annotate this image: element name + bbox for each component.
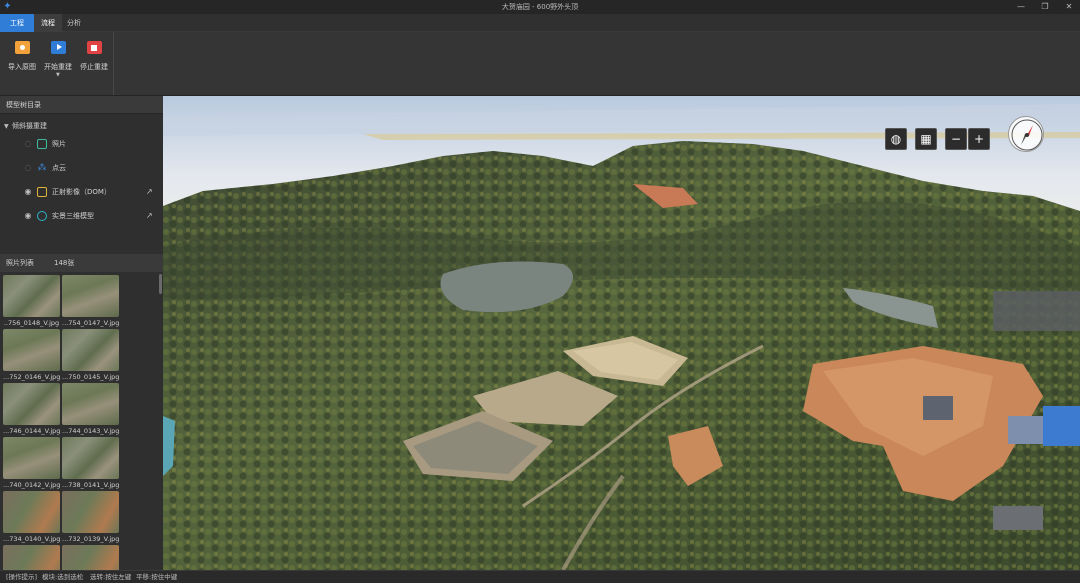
- photo-thumbnail[interactable]: [62, 545, 119, 570]
- tab-analysis[interactable]: 分析: [62, 14, 86, 32]
- eye-icon[interactable]: ◉: [22, 184, 34, 200]
- tree-item-label: 实景三维模型: [52, 212, 94, 220]
- play-icon: [50, 41, 66, 54]
- zoom-in-button[interactable]: +: [968, 128, 990, 150]
- photo-thumbnail[interactable]: ...732_0139_V.jpg: [62, 491, 119, 545]
- start-reconstruction-label: 开始重建: [44, 63, 72, 71]
- thumbnail-image: [3, 329, 60, 371]
- tree-item-label: 照片: [52, 140, 66, 148]
- thumbnail-image: [62, 545, 119, 570]
- eye-icon[interactable]: ◉: [22, 208, 34, 224]
- photo-thumbnail[interactable]: ..756_0148_V.jpg: [3, 275, 60, 329]
- 3d-viewport[interactable]: ◍ ▦ − +: [163, 96, 1080, 570]
- tree-item-dom[interactable]: ◉ 正射影像（DOM） ↗: [0, 184, 163, 200]
- thumbnail-image: [3, 275, 60, 317]
- import-images-label: 导入原图: [8, 63, 36, 71]
- chevron-down-icon[interactable]: ▼: [56, 72, 60, 78]
- stop-reconstruction-label: 停止重建: [80, 63, 108, 71]
- photo-list-header: 照片列表 148张: [0, 254, 163, 272]
- tab-workflow[interactable]: 流程: [34, 14, 62, 32]
- photo-thumbnail[interactable]: ...754_0147_V.jpg: [62, 275, 119, 329]
- open-external-icon[interactable]: ↗: [146, 208, 153, 224]
- photo-thumbnail[interactable]: ...752_0146_V.jpg: [3, 329, 60, 383]
- photo-thumbnail[interactable]: ...744_0143_V.jpg: [62, 383, 119, 437]
- thumbnail-image: [3, 437, 60, 479]
- thumbnail-image: [62, 383, 119, 425]
- thumbnail-image: [62, 491, 119, 533]
- photo-thumbnails: ..756_0148_V.jpg ...754_0147_V.jpg ...75…: [0, 272, 163, 570]
- compass-needle: [1011, 119, 1043, 151]
- photo-filename: ...754_0147_V.jpg: [62, 319, 119, 327]
- dom-icon: [37, 187, 47, 197]
- chevron-down-icon[interactable]: ▼: [4, 121, 12, 133]
- compass-icon[interactable]: [1008, 116, 1044, 152]
- status-pan: 平移:按住中键: [136, 573, 178, 581]
- thumbnail-image: [62, 329, 119, 371]
- tab-project[interactable]: 工程: [0, 14, 34, 32]
- folder-camera-icon: [14, 41, 30, 54]
- mesh-icon: [37, 211, 47, 221]
- tree-root[interactable]: ▼ 倾斜摄重建: [4, 120, 47, 132]
- ribbon-group-reconstruction: 导入原图 开始重建 停止重建: [0, 32, 114, 95]
- photo-filename: ...734_0140_V.jpg: [3, 535, 60, 543]
- menu-bar: 工程 流程 分析: [0, 14, 1080, 32]
- point-cloud-icon: ⁂: [37, 163, 47, 173]
- eye-hidden-icon[interactable]: ◌: [22, 136, 34, 152]
- photo-filename: ...738_0141_V.jpg: [62, 481, 119, 489]
- photo-thumbnail[interactable]: ...738_0141_V.jpg: [62, 437, 119, 491]
- photo-thumbnail[interactable]: [3, 545, 60, 570]
- tree-item-mesh[interactable]: ◉ 实景三维模型 ↗: [0, 208, 163, 224]
- model-tree-header: 模型树目录: [0, 96, 163, 114]
- thumbnail-image: [3, 491, 60, 533]
- photo-filename: ...746_0144_V.jpg: [3, 427, 60, 435]
- photo-list-title: 照片列表: [6, 259, 34, 267]
- zoom-out-button[interactable]: −: [945, 128, 967, 150]
- photo-thumbnail[interactable]: ...734_0140_V.jpg: [3, 491, 60, 545]
- start-reconstruction-button[interactable]: 开始重建: [40, 38, 76, 88]
- left-panel: 模型树目录 ▼ 倾斜摄重建 ◌ 照片 ◌ ⁂ 点云 ◉ 正射影像（DOM） ↗ ◉…: [0, 96, 163, 570]
- tree-item-label: 正射影像（DOM）: [52, 188, 111, 196]
- tree-root-label: 倾斜摄重建: [12, 122, 47, 130]
- status-rotate: 选转:按住左键: [90, 573, 132, 581]
- window-title: 大贺庙园 - 600野外头顶: [501, 3, 579, 11]
- status-select: 模块:选到选松: [42, 573, 84, 581]
- photo-thumbnail[interactable]: ...746_0144_V.jpg: [3, 383, 60, 437]
- terrain-render: [163, 96, 1080, 570]
- photo-filename: ...744_0143_V.jpg: [62, 427, 119, 435]
- photo-count: 148张: [54, 259, 75, 267]
- status-bar: [操作提示] 模块:选到选松 选转:按住左键 平移:按住中键: [0, 570, 1080, 583]
- tree-item-photos[interactable]: ◌ 照片: [0, 136, 163, 152]
- photo-filename: ...740_0142_V.jpg: [3, 481, 60, 489]
- photo-filename: ...752_0146_V.jpg: [3, 373, 60, 381]
- eye-hidden-icon[interactable]: ◌: [22, 160, 34, 176]
- photo-list-scrollbar[interactable]: [159, 274, 162, 294]
- thumbnail-image: [62, 275, 119, 317]
- stop-reconstruction-button[interactable]: 停止重建: [76, 38, 112, 88]
- window-controls: — ❐ ✕: [1016, 0, 1074, 14]
- import-images-button[interactable]: 导入原图: [4, 38, 40, 88]
- photo-filename: ...732_0139_V.jpg: [62, 535, 119, 543]
- photo-filename: ..756_0148_V.jpg: [3, 319, 60, 327]
- photo-thumbnail[interactable]: ...740_0142_V.jpg: [3, 437, 60, 491]
- layers-icon[interactable]: ▦: [915, 128, 937, 150]
- stop-icon: [86, 41, 102, 54]
- tree-item-point-cloud[interactable]: ◌ ⁂ 点云: [0, 160, 163, 176]
- close-icon[interactable]: ✕: [1064, 2, 1074, 12]
- minimize-icon[interactable]: —: [1016, 2, 1026, 12]
- restore-icon[interactable]: ❐: [1040, 2, 1050, 12]
- title-bar: ✦ 大贺庙园 - 600野外头顶 — ❐ ✕: [0, 0, 1080, 14]
- model-tree: ▼ 倾斜摄重建 ◌ 照片 ◌ ⁂ 点云 ◉ 正射影像（DOM） ↗ ◉ 实景三维模…: [0, 114, 163, 254]
- ribbon-toolbar: 导入原图 开始重建 停止重建: [0, 32, 1080, 96]
- photo-thumbnail[interactable]: ...750_0145_V.jpg: [62, 329, 119, 383]
- globe-icon[interactable]: ◍: [885, 128, 907, 150]
- thumbnail-image: [3, 383, 60, 425]
- photo-filename: ...750_0145_V.jpg: [62, 373, 119, 381]
- open-external-icon[interactable]: ↗: [146, 184, 153, 200]
- status-hint: [操作提示]: [6, 573, 38, 581]
- photo-icon: [37, 139, 47, 149]
- tree-item-label: 点云: [52, 164, 66, 172]
- thumbnail-image: [62, 437, 119, 479]
- thumbnail-image: [3, 545, 60, 570]
